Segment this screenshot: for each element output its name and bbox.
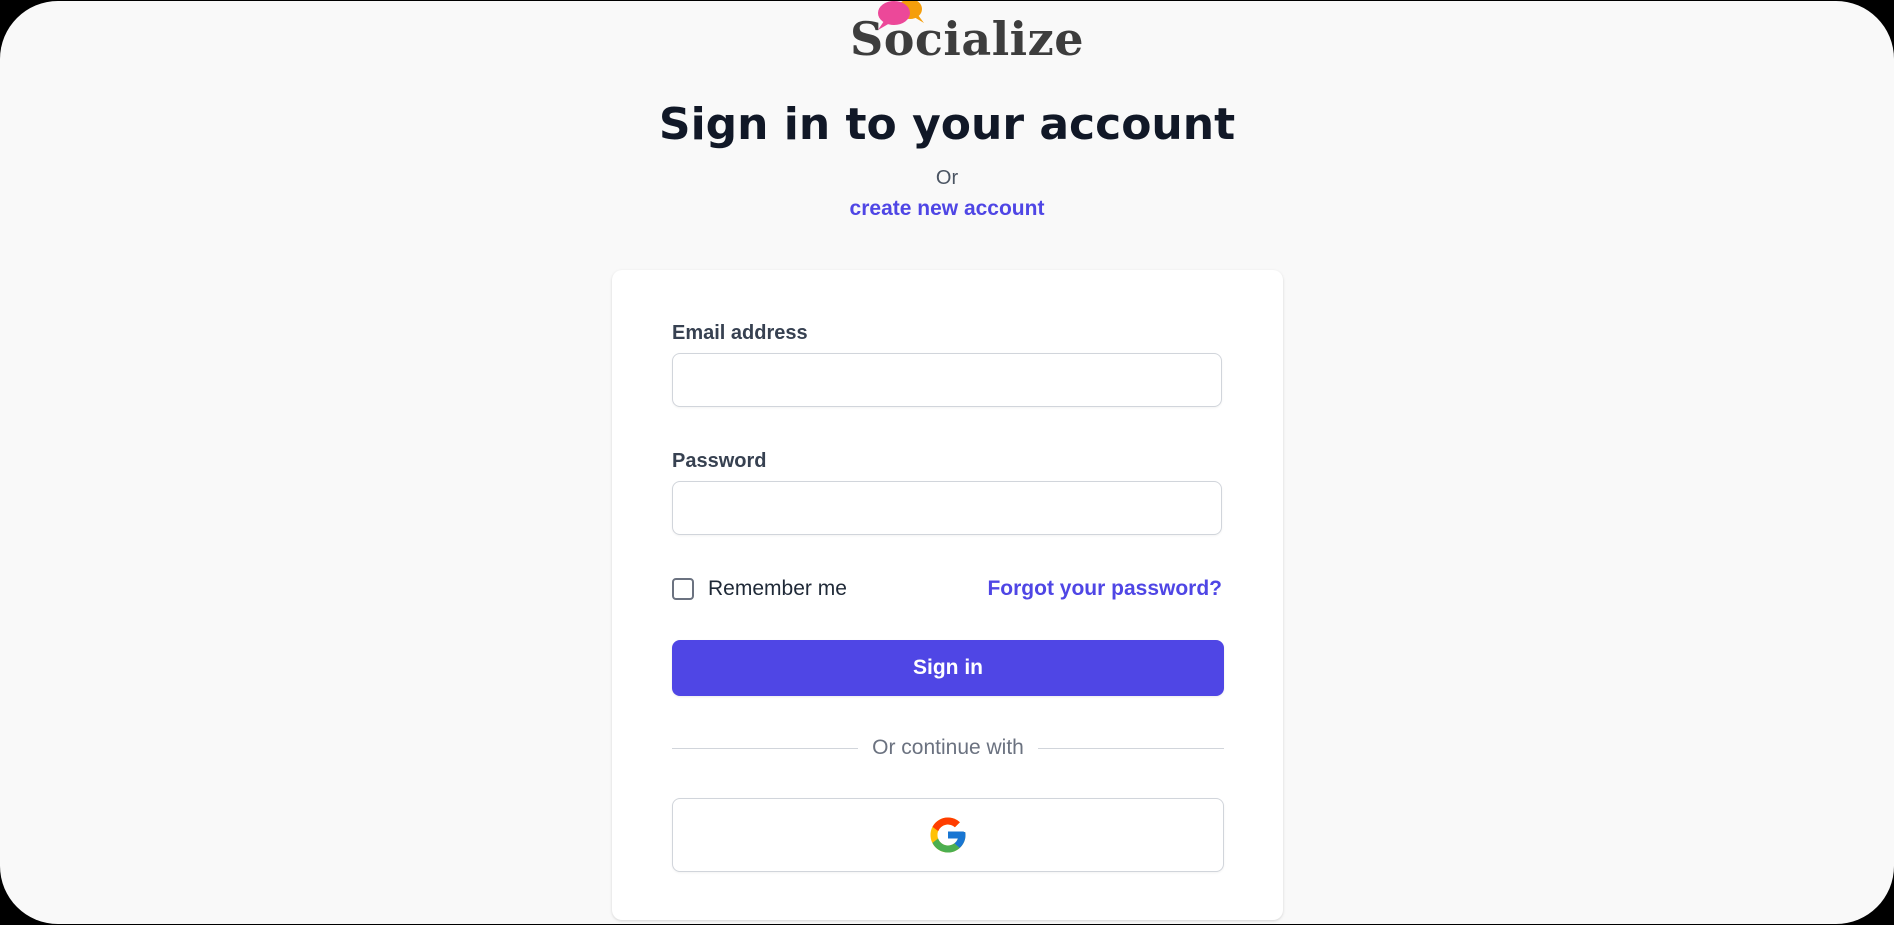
divider-label-wrap: Or continue with [672, 735, 1224, 761]
create-account-link-row: create new account [0, 195, 1894, 223]
remember-me-label[interactable]: Remember me [708, 577, 847, 601]
brand-logo[interactable]: Socialize [850, 1, 1084, 67]
email-label: Email address [672, 322, 808, 344]
sign-in-card: Email address Password Remember me Forgo… [612, 270, 1283, 920]
page-frame: Socialize Sign in to your account Or cre… [0, 1, 1894, 924]
continue-with-divider: Or continue with [672, 735, 1224, 761]
password-field[interactable] [672, 481, 1222, 535]
forgot-password-link[interactable]: Forgot your password? [987, 576, 1222, 602]
or-separator-text: Or [935, 167, 959, 189]
remember-me-checkbox[interactable] [672, 578, 694, 600]
create-account-link[interactable]: create new account [850, 197, 1045, 220]
remember-me-row: Remember me [672, 576, 847, 602]
email-field[interactable] [672, 353, 1222, 407]
divider-label: Or continue with [860, 736, 1036, 759]
google-icon [930, 817, 966, 853]
brand-name: Socialize [850, 12, 1085, 66]
page-title: Sign in to your account [658, 99, 1236, 150]
sign-in-button[interactable]: Sign in [672, 640, 1224, 696]
password-label: Password [672, 450, 767, 472]
google-sign-in-button[interactable] [672, 798, 1224, 872]
